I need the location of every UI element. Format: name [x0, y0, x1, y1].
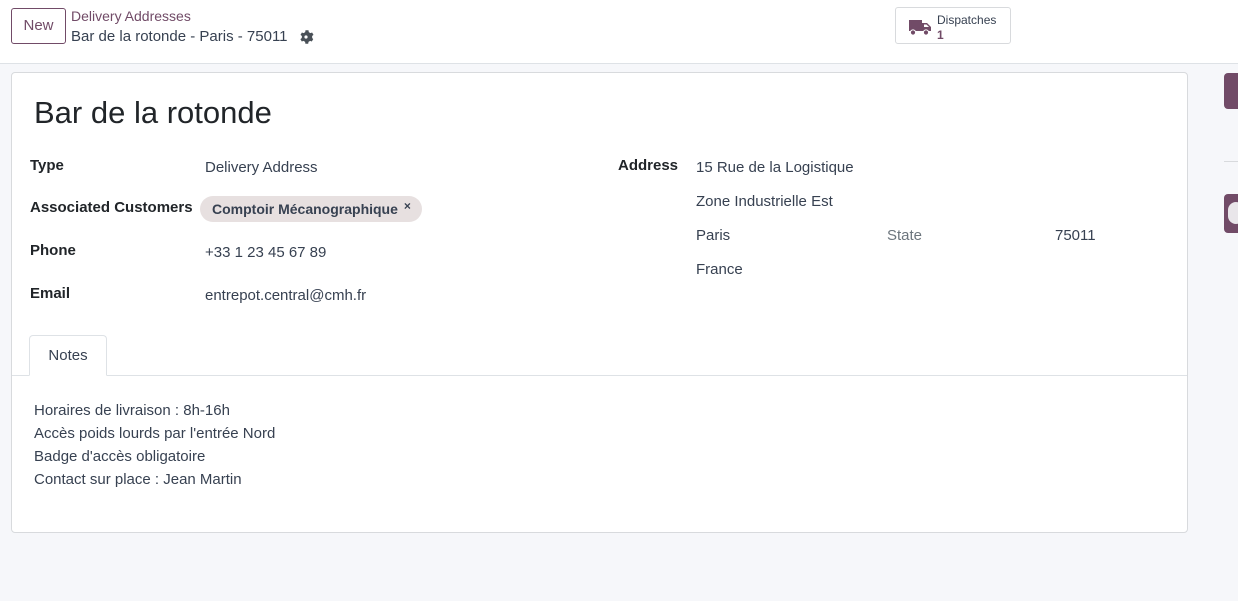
dispatches-smart-button[interactable]: Dispatches 1: [895, 7, 1011, 44]
gear-icon[interactable]: [298, 29, 314, 45]
record-title[interactable]: Bar de la rotonde: [34, 95, 272, 131]
tag-remove-icon[interactable]: ×: [404, 193, 411, 219]
type-label: Type: [30, 157, 64, 174]
note-line: Badge d'accès obligatoire: [34, 448, 206, 465]
avatar[interactable]: [1224, 194, 1238, 233]
smart-button-count: 1: [937, 28, 944, 42]
tabs-divider: [12, 375, 1187, 376]
note-line: Accès poids lourds par l'entrée Nord: [34, 425, 276, 442]
customers-label: Associated Customers: [30, 199, 193, 216]
tab-notes[interactable]: Notes: [29, 335, 107, 376]
phone-label: Phone: [30, 242, 76, 259]
street-field[interactable]: 15 Rue de la Logistique: [696, 159, 854, 176]
control-panel: New Delivery Addresses Bar de la rotonde…: [0, 0, 1238, 64]
street2-field[interactable]: Zone Industrielle Est: [696, 193, 833, 210]
type-field[interactable]: Delivery Address: [205, 159, 318, 176]
note-line: Contact sur place : Jean Martin: [34, 471, 242, 488]
state-field[interactable]: State: [887, 227, 922, 244]
customer-tag-label: Comptoir Mécanographique: [212, 201, 398, 217]
smart-button-label: Dispatches: [937, 13, 997, 27]
email-field[interactable]: entrepot.central@cmh.fr: [205, 287, 366, 304]
address-label: Address: [618, 157, 679, 174]
phone-field[interactable]: +33 1 23 45 67 89: [205, 244, 326, 261]
customer-tag[interactable]: Comptoir Mécanographique ×: [200, 196, 422, 222]
note-line: Horaires de livraison : 8h-16h: [34, 402, 230, 419]
country-field[interactable]: France: [696, 261, 743, 278]
new-button[interactable]: New: [11, 8, 66, 44]
chatter-divider: [1224, 161, 1238, 162]
zip-field[interactable]: 75011: [1055, 227, 1096, 244]
truck-icon: [909, 20, 931, 36]
breadcrumb-current: Bar de la rotonde - Paris - 75011: [71, 28, 288, 45]
breadcrumb-parent-link[interactable]: Delivery Addresses: [71, 8, 191, 24]
city-field[interactable]: Paris: [696, 227, 730, 244]
notes-content[interactable]: Horaires de livraison : 8h-16h Accès poi…: [34, 399, 275, 491]
email-label: Email: [30, 285, 71, 302]
form-sheet: Bar de la rotonde Type Delivery Address …: [11, 72, 1188, 533]
chatter-send-button[interactable]: [1224, 73, 1238, 109]
